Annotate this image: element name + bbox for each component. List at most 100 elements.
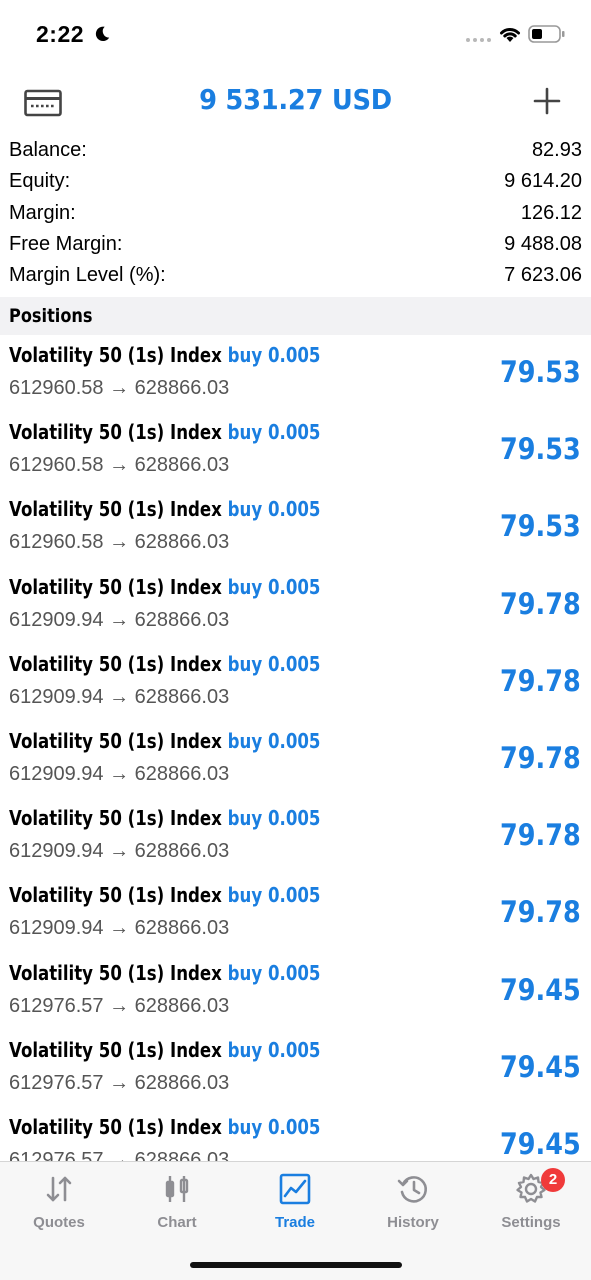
position-side: buy 0.005 [227, 1037, 321, 1062]
status-bar: 2:22 [0, 0, 591, 70]
position-symbol: Volatility 50 (1s) Index [9, 343, 222, 367]
position-row[interactable]: Volatility 50 (1s) Index buy 0.005 61290… [0, 567, 591, 644]
position-side: buy 0.005 [227, 728, 321, 753]
summary-free-margin: Free Margin: 9 488.08 [0, 229, 591, 260]
signal-dots-icon [466, 38, 491, 42]
position-symbol: Volatility 50 (1s) Index [9, 960, 222, 985]
position-prices: 612960.58 → 628866.03 [9, 377, 230, 399]
position-row[interactable]: Volatility 50 (1s) Index buy 0.005 61297… [0, 1030, 591, 1107]
status-time: 2:22 [36, 21, 85, 47]
position-side: buy 0.005 [227, 574, 321, 599]
position-prices: 612976.57 → 628866.03 [9, 994, 230, 1017]
summary-balance: Balance: 82.93 [0, 135, 591, 166]
tab-quotes[interactable]: Quotes [0, 1172, 118, 1242]
plus-icon[interactable] [532, 86, 562, 116]
position-side: buy 0.005 [227, 420, 321, 445]
history-icon [397, 1176, 427, 1203]
position-profit: 79.78 [500, 818, 581, 853]
chart-icon [165, 1176, 189, 1202]
positions-title: Positions [9, 305, 93, 327]
position-profit: 79.78 [500, 895, 581, 930]
summary-value: 126.12 [520, 201, 582, 224]
position-row[interactable]: Volatility 50 (1s) Index buy 0.005 61297… [0, 953, 591, 1030]
summary-value: 7 623.06 [504, 264, 582, 287]
tab-label: Quotes [33, 1214, 85, 1231]
position-profit: 79.45 [500, 1126, 581, 1161]
position-symbol: Volatility 50 (1s) Index [9, 728, 222, 753]
home-indicator[interactable] [190, 1262, 402, 1268]
position-prices: 612909.94 → 628866.03 [9, 840, 230, 863]
summary-value: 9 614.20 [504, 170, 582, 193]
tab-label: Settings [501, 1214, 561, 1231]
position-prices: 612960.58 → 628866.03 [9, 454, 230, 477]
position-side: buy 0.005 [227, 1114, 321, 1139]
summary-label: Equity: [9, 170, 71, 193]
summary-label: Free Margin: [9, 233, 123, 256]
position-symbol: Volatility 50 (1s) Index [9, 806, 222, 831]
position-profit: 79.53 [500, 509, 581, 544]
position-symbol: Volatility 50 (1s) Index [9, 420, 222, 445]
account-header: 9 531.27 USD [0, 72, 591, 132]
position-side: buy 0.005 [227, 960, 321, 985]
position-prices: 612909.94 → 628866.03 [9, 917, 230, 940]
position-profit: 79.45 [500, 972, 581, 1007]
position-prices: 612976.57 → 628866.03 [9, 1071, 230, 1094]
position-symbol: Volatility 50 (1s) Index [9, 1037, 222, 1062]
position-side: buy 0.005 [227, 651, 321, 676]
equity-title: 9 531.27 USD [199, 83, 392, 116]
position-profit: 79.78 [500, 740, 581, 775]
summary-value: 82.93 [531, 139, 582, 162]
tab-trade[interactable]: Trade [236, 1172, 354, 1242]
position-row[interactable]: Volatility 50 (1s) Index buy 0.005 61296… [0, 412, 591, 489]
account-summary: Balance: 82.93 Equity: 9 614.20 Margin: … [0, 135, 591, 291]
tab-bar: Quotes Chart Trade History 2 Settings [0, 1161, 591, 1280]
summary-label: Margin: [9, 201, 76, 224]
position-profit: 79.78 [500, 586, 581, 621]
position-profit: 79.45 [500, 1049, 581, 1084]
summary-value: 9 488.08 [504, 233, 582, 256]
summary-label: Balance: [9, 139, 87, 162]
position-symbol: Volatility 50 (1s) Index [9, 497, 222, 522]
position-row[interactable]: Volatility 50 (1s) Index buy 0.005 61290… [0, 721, 591, 798]
position-side: buy 0.005 [227, 883, 321, 908]
tab-settings[interactable]: 2 Settings [472, 1168, 590, 1242]
position-symbol: Volatility 50 (1s) Index [9, 651, 222, 676]
tab-label: History [387, 1214, 439, 1231]
position-prices: 612909.94 → 628866.03 [9, 608, 230, 631]
tab-label: Trade [274, 1214, 316, 1231]
moon-icon [95, 26, 110, 42]
summary-margin-level: Margin Level (%): 7 623.06 [0, 260, 591, 291]
trade-icon [279, 1173, 311, 1205]
position-symbol: Volatility 50 (1s) Index [9, 883, 222, 908]
position-row[interactable]: Volatility 50 (1s) Index buy 0.005 61290… [0, 644, 591, 721]
position-prices: 612976.57 → 628866.03 [9, 1148, 230, 1161]
tab-history[interactable]: History [354, 1172, 472, 1242]
positions-list[interactable]: Volatility 50 (1s) Index buy 0.005 61296… [0, 335, 591, 1161]
tab-label: Chart [157, 1214, 197, 1231]
position-profit: 79.78 [500, 663, 581, 698]
battery-icon [528, 25, 565, 43]
quotes-icon [46, 1176, 72, 1202]
position-prices: 612960.58 → 628866.03 [9, 531, 230, 554]
position-prices: 612909.94 → 628866.03 [9, 685, 230, 708]
position-profit: 79.53 [500, 355, 581, 389]
position-prices: 612909.94 → 628866.03 [9, 762, 230, 785]
tab-chart[interactable]: Chart [118, 1172, 236, 1242]
positions-section-header: Positions [0, 297, 591, 335]
position-row[interactable]: Volatility 50 (1s) Index buy 0.005 61290… [0, 875, 591, 952]
position-row[interactable]: Volatility 50 (1s) Index buy 0.005 61296… [0, 335, 591, 412]
settings-badge: 2 [541, 1168, 565, 1192]
position-row[interactable]: Volatility 50 (1s) Index buy 0.005 61296… [0, 489, 591, 566]
position-side: buy 0.005 [227, 343, 321, 367]
wifi-icon [500, 28, 520, 42]
position-symbol: Volatility 50 (1s) Index [9, 1114, 222, 1139]
summary-label: Margin Level (%): [9, 264, 166, 287]
position-side: buy 0.005 [227, 806, 321, 831]
position-symbol: Volatility 50 (1s) Index [9, 574, 222, 599]
position-side: buy 0.005 [227, 497, 321, 522]
position-profit: 79.53 [500, 432, 581, 467]
summary-equity: Equity: 9 614.20 [0, 166, 591, 197]
summary-margin: Margin: 126.12 [0, 198, 591, 229]
position-row[interactable]: Volatility 50 (1s) Index buy 0.005 61297… [0, 1107, 591, 1161]
position-row[interactable]: Volatility 50 (1s) Index buy 0.005 61290… [0, 798, 591, 875]
